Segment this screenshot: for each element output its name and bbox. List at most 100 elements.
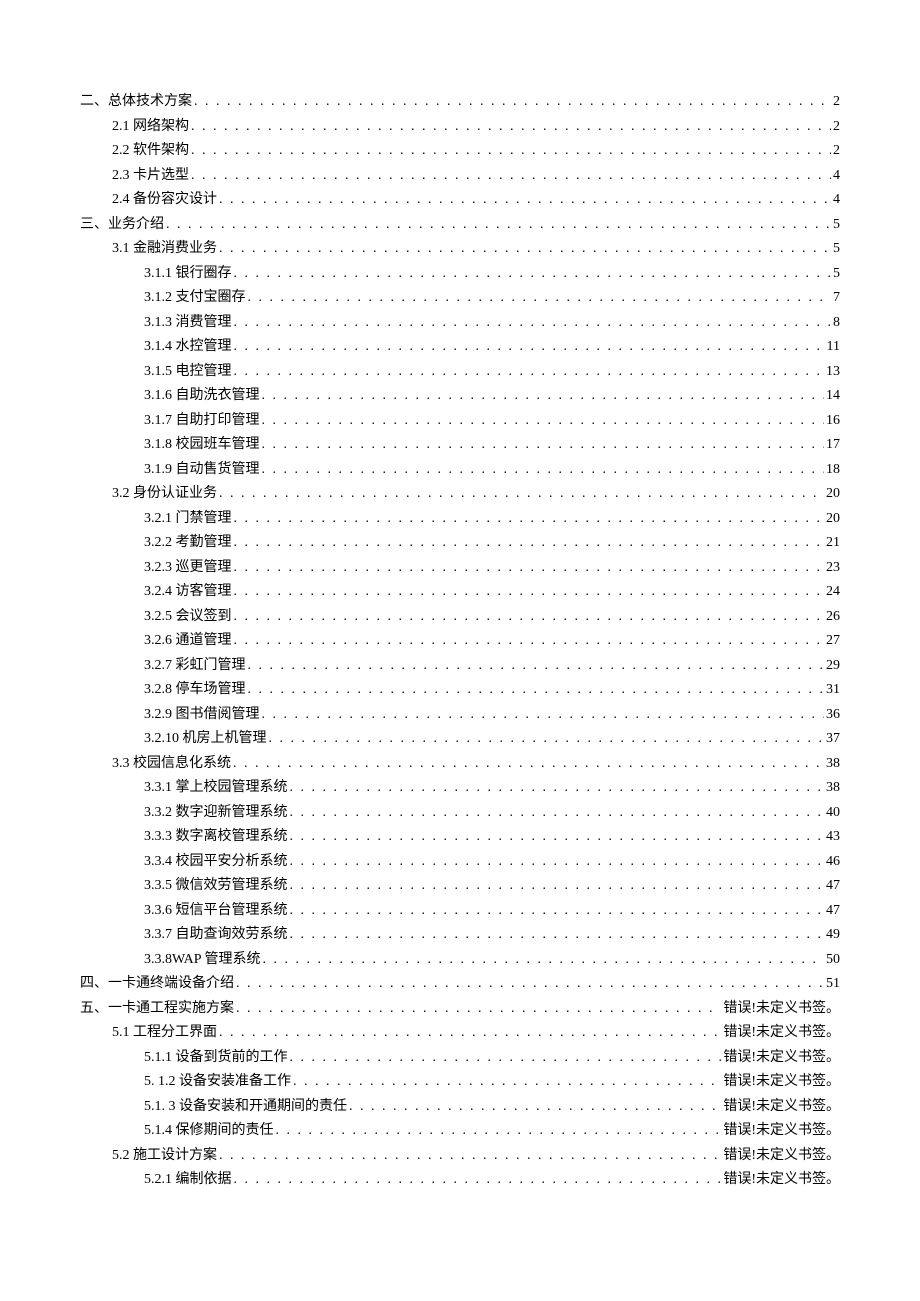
toc-page-number: 错误!未定义书签。 [723, 1070, 840, 1095]
toc-entry[interactable]: 2.2 软件架构2 [80, 139, 840, 164]
toc-entry[interactable]: 5.1.4 保修期间的责任错误!未定义书签。 [80, 1119, 840, 1144]
toc-entry[interactable]: 3.2.8 停车场管理31 [80, 678, 840, 703]
toc-label: 3.3.7 自助查询效劳系统 [144, 923, 288, 948]
toc-leader-dots [219, 188, 831, 213]
toc-page-number: 5 [833, 262, 840, 287]
toc-page-number: 46 [826, 850, 840, 875]
toc-label: 3.3 校园信息化系统 [112, 752, 231, 777]
toc-page-number: 20 [826, 482, 840, 507]
toc-label: 3.1.2 支付宝圈存 [144, 286, 246, 311]
toc-entry[interactable]: 2.1 网络架构2 [80, 115, 840, 140]
toc-page-number: 错误!未定义书签。 [723, 1095, 840, 1120]
toc-page-number: 11 [827, 335, 840, 360]
toc-page-number: 47 [826, 874, 840, 899]
toc-entry[interactable]: 3.3.7 自助查询效劳系统49 [80, 923, 840, 948]
toc-page-number: 2 [833, 90, 840, 115]
toc-page-number: 17 [826, 433, 840, 458]
toc-page-number: 26 [826, 605, 840, 630]
toc-entry[interactable]: 三、业务介绍5 [80, 213, 840, 238]
toc-entry[interactable]: 3.1.4 水控管理11 [80, 335, 840, 360]
toc-entry[interactable]: 3.1.1 银行圈存5 [80, 262, 840, 287]
toc-entry[interactable]: 3.3.4 校园平安分析系统 46 [80, 850, 840, 875]
toc-entry[interactable]: 3.2.2 考勤管理21 [80, 531, 840, 556]
toc-entry[interactable]: 3.1.7 自助打印管理 16 [80, 409, 840, 434]
toc-entry[interactable]: 3.2.6 通道管理27 [80, 629, 840, 654]
toc-label: 3.1.9 自动售货管理 [144, 458, 260, 483]
toc-page-number: 16 [826, 409, 840, 434]
toc-entry[interactable]: 5.1.1 设备到货前的工作错误!未定义书签。 [80, 1046, 840, 1071]
toc-leader-dots [234, 580, 825, 605]
toc-entry[interactable]: 2.4 备份容灾设计4 [80, 188, 840, 213]
toc-entry[interactable]: 5.1 工程分工界面错误!未定义书签。 [80, 1021, 840, 1046]
toc-entry[interactable]: 3.2.9 图书借阅管理 36 [80, 703, 840, 728]
toc-leader-dots [290, 923, 825, 948]
toc-leader-dots [248, 678, 825, 703]
toc-leader-dots [234, 262, 832, 287]
toc-entry[interactable]: 3.1.9 自动售货管理 18 [80, 458, 840, 483]
toc-leader-dots [234, 311, 832, 336]
toc-entry[interactable]: 5.1. 3 设备安装和开通期间的责任 错误!未定义书签。 [80, 1095, 840, 1120]
toc-entry[interactable]: 3.2 身份认证业务 20 [80, 482, 840, 507]
toc-entry[interactable]: 3.3.3 数字离校管理系统43 [80, 825, 840, 850]
toc-entry[interactable]: 3.1 金融消费业务5 [80, 237, 840, 262]
toc-leader-dots [191, 139, 831, 164]
toc-entry[interactable]: 3.3.8WAP 管理系统50 [80, 948, 840, 973]
toc-entry[interactable]: 5. 1.2 设备安装准备工作错误!未定义书签。 [80, 1070, 840, 1095]
toc-entry[interactable]: 3.1.2 支付宝圈存7 [80, 286, 840, 311]
toc-leader-dots [166, 213, 831, 238]
toc-label: 3.3.6 短信平台管理系统 [144, 899, 288, 924]
toc-entry[interactable]: 3.2.3 巡更管理23 [80, 556, 840, 581]
toc-label: 2.4 备份容灾设计 [112, 188, 217, 213]
toc-leader-dots [276, 1119, 722, 1144]
toc-entry[interactable]: 2.3 卡片选型4 [80, 164, 840, 189]
toc-entry[interactable]: 3.3.5 微信效劳管理系统47 [80, 874, 840, 899]
toc-page-number: 2 [833, 115, 840, 140]
toc-label: 3.2 身份认证业务 [112, 482, 217, 507]
toc-entry[interactable]: 3.3.1 掌上校园管理系统38 [80, 776, 840, 801]
toc-entry[interactable]: 二、总体技术方案2 [80, 90, 840, 115]
toc-entry[interactable]: 3.3.2 数字迎新管理系统40 [80, 801, 840, 826]
toc-entry[interactable]: 3.2.10 机房上机管理37 [80, 727, 840, 752]
toc-page-number: 36 [826, 703, 840, 728]
toc-leader-dots [262, 433, 825, 458]
toc-entry[interactable]: 四、一卡通终端设备介绍51 [80, 972, 840, 997]
toc-label: 5.1. 3 设备安装和开通期间的责任 [144, 1095, 347, 1120]
toc-leader-dots [234, 360, 825, 385]
toc-page-number: 14 [826, 384, 840, 409]
toc-leader-dots [263, 948, 824, 973]
toc-leader-dots [236, 997, 721, 1022]
toc-entry[interactable]: 3.1.3 消费管理 8 [80, 311, 840, 336]
toc-label: 五、一卡通工程实施方案 [80, 997, 234, 1022]
toc-entry[interactable]: 3.1.6 自助洗衣管理14 [80, 384, 840, 409]
toc-label: 2.3 卡片选型 [112, 164, 189, 189]
toc-label: 三、业务介绍 [80, 213, 164, 238]
toc-leader-dots [248, 654, 825, 679]
toc-entry[interactable]: 5.2 施工设计方案错误!未定义书签。 [80, 1144, 840, 1169]
toc-entry[interactable]: 3.2.1 门禁管理20 [80, 507, 840, 532]
toc-page-number: 18 [826, 458, 840, 483]
toc-label: 3.1.3 消费管理 [144, 311, 232, 336]
toc-entry[interactable]: 3.3 校园信息化系统38 [80, 752, 840, 777]
toc-entry[interactable]: 3.2.7 彩虹门管理29 [80, 654, 840, 679]
toc-entry[interactable]: 3.2.4 访客管理24 [80, 580, 840, 605]
toc-label: 3.3.4 校园平安分析系统 [144, 850, 288, 875]
toc-entry[interactable]: 3.3.6 短信平台管理系统47 [80, 899, 840, 924]
toc-label: 3.2.9 图书借阅管理 [144, 703, 260, 728]
toc-leader-dots [262, 703, 825, 728]
toc-entry[interactable]: 3.1.8 校园班车管理17 [80, 433, 840, 458]
toc-label: 3.2.4 访客管理 [144, 580, 232, 605]
toc-leader-dots [194, 90, 831, 115]
toc-page-number: 8 [833, 311, 840, 336]
toc-label: 3.1.7 自助打印管理 [144, 409, 260, 434]
toc-entry[interactable]: 5.2.1 编制依据错误!未定义书签。 [80, 1168, 840, 1193]
toc-page-number: 50 [826, 948, 840, 973]
toc-label: 3.2.1 门禁管理 [144, 507, 232, 532]
toc-page-number: 43 [826, 825, 840, 850]
toc-entry[interactable]: 3.2.5 会议签到26 [80, 605, 840, 630]
toc-page-number: 错误!未定义书签。 [723, 1119, 840, 1144]
toc-entry[interactable]: 3.1.5 电控管理13 [80, 360, 840, 385]
toc-leader-dots [234, 335, 825, 360]
toc-page-number: 27 [826, 629, 840, 654]
toc-leader-dots [233, 752, 824, 777]
toc-entry[interactable]: 五、一卡通工程实施方案错误!未定义书签。 [80, 997, 840, 1022]
